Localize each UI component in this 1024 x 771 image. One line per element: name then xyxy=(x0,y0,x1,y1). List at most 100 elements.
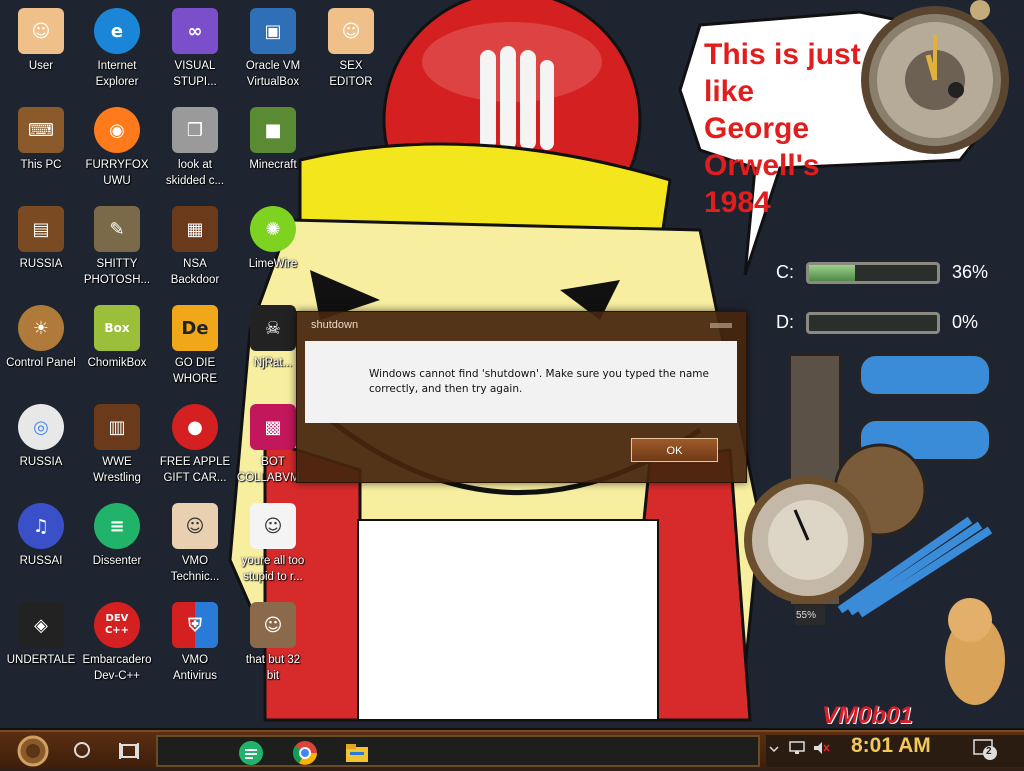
edge-icon: e xyxy=(94,8,140,54)
desktop-icon-that-but-32-bit[interactable]: ☺ that but 32 bit xyxy=(232,602,314,684)
chomikbox-icon: Box xyxy=(94,305,140,351)
firefox-icon: ◉ xyxy=(94,107,140,153)
desktop-icon-furryfox[interactable]: ◉ FURRYFOX UWU xyxy=(76,107,158,189)
desktop-icon-label: NSA Backdoor xyxy=(170,258,220,286)
desktop-icon-label: ChomikBox xyxy=(87,357,147,369)
drive-usage-bar xyxy=(806,262,940,284)
desktop-icon-label: VMO Antivirus xyxy=(172,654,218,682)
desktop-icon-chomikbox[interactable]: Box ChomikBox xyxy=(76,305,158,371)
network-icon[interactable] xyxy=(788,740,806,756)
drive-percent: 0% xyxy=(952,312,979,332)
desktop-icon-sex-editor[interactable]: ☺ SEX EDITOR xyxy=(310,8,392,90)
dissenter-icon[interactable] xyxy=(238,740,264,766)
drive-letter: D: xyxy=(776,312,794,332)
virtualbox-icon: ▣ xyxy=(250,8,296,54)
desktop-icon-minecraft[interactable]: ■ Minecraft xyxy=(232,107,314,173)
desktop-icon-label: RUSSAI xyxy=(19,555,63,567)
desktop-icon-virtualbox[interactable]: ▣ Oracle VM VirtualBox xyxy=(232,8,314,90)
dev-cpp-icon: DEV C++ xyxy=(94,602,140,648)
search-circle-icon[interactable] xyxy=(74,742,90,758)
desktop-icon-label: GO DIE WHORE xyxy=(172,357,218,385)
desktop-icon-user[interactable]: ☺ User xyxy=(0,8,82,74)
steampunk-folder-icon: ▦ xyxy=(172,206,218,252)
close-icon[interactable] xyxy=(710,323,732,328)
desktop-icon-label: UNDERTALE xyxy=(6,654,76,666)
desktop-icon-label: SEX EDITOR xyxy=(329,60,373,88)
dissenter-icon: ≡ xyxy=(94,503,140,549)
clock-gadget[interactable] xyxy=(850,0,1024,170)
desktop-icon-this-pc[interactable]: ⌨ This PC xyxy=(0,107,82,173)
bin-icon: ▤ xyxy=(18,206,64,252)
desktop-icon-label: FURRYFOX UWU xyxy=(85,159,149,187)
file-explorer-icon[interactable] xyxy=(344,740,370,766)
drive-letter: C: xyxy=(776,262,794,282)
signature-text: VM0b01 xyxy=(822,702,913,729)
desktop-icon-look-at-skidded[interactable]: ❐ look at skidded c... xyxy=(154,107,236,189)
dialog-message: Windows cannot find 'shutdown'. Make sur… xyxy=(369,368,709,395)
desktop-icon-control-panel[interactable]: ☀ Control Panel xyxy=(0,305,82,371)
desktop-icon-label: This PC xyxy=(20,159,62,171)
ok-button[interactable]: OK xyxy=(631,438,718,462)
photo-stack-icon: ▩ xyxy=(250,404,296,450)
drive-percent: 36% xyxy=(952,262,989,282)
desktop-icon-label: Minecraft xyxy=(249,159,297,171)
desktop-icon-russai[interactable]: ♫ RUSSAI xyxy=(0,503,82,569)
lightbulb-icon: ☀ xyxy=(18,305,64,351)
desktop-icon-shitty-photoshop[interactable]: ✎ SHITTY PHOTOSH... xyxy=(76,206,158,288)
gauge-readout: 55% xyxy=(796,610,817,621)
desktop-icon-label: LimeWire xyxy=(248,258,298,270)
chrome-icon[interactable] xyxy=(292,740,318,766)
window-frame-icon: ▥ xyxy=(94,404,140,450)
desktop-icon-label: Embarcadero Dev-C++ xyxy=(82,654,152,682)
desktop-icon-dissenter[interactable]: ≡ Dissenter xyxy=(76,503,158,569)
user-face-icon: ☺ xyxy=(18,8,64,54)
volume-muted-icon[interactable] xyxy=(812,740,830,756)
desktop-icon-label: User xyxy=(28,60,54,72)
desktop-icon-dev-cpp[interactable]: DEV C++ Embarcadero Dev-C++ xyxy=(76,602,158,684)
file-stack-icon: ❐ xyxy=(172,107,218,153)
desktop-icon-label: Dissenter xyxy=(92,555,142,567)
desktop-icon-russia[interactable]: ▤ RUSSIA xyxy=(0,206,82,272)
drive-meter-d: D: 0% xyxy=(740,308,1024,342)
desktop-icon-label: RUSSIA xyxy=(19,456,63,468)
portrait-icon: ☺ xyxy=(250,503,296,549)
drive-meter-c: C: 36% xyxy=(740,258,1024,292)
audio-icon: ♫ xyxy=(18,503,64,549)
minecraft-block-icon: ■ xyxy=(250,107,296,153)
portrait-icon: ☺ xyxy=(250,602,296,648)
desktop-icon-label: WWE Wrestling xyxy=(93,456,141,484)
dialog-title: shutdown xyxy=(311,319,359,331)
desktop-icon-wwe-wrestling[interactable]: ▥ WWE Wrestling xyxy=(76,404,158,486)
desktop-icon-russia-2[interactable]: ◎ RUSSIA xyxy=(0,404,82,470)
desktop-icon-vmo-antivirus[interactable]: ⛨ VMO Antivirus xyxy=(154,602,236,684)
desktop-icon-internet-explorer[interactable]: e Internet Explorer xyxy=(76,8,158,90)
dreamweaver-icon: De xyxy=(172,305,218,351)
dialog-body: Windows cannot find 'shutdown'. Make sur… xyxy=(305,341,737,423)
desktop-icon-label: VISUAL STUPI... xyxy=(173,60,217,88)
desktop-icon-label: Control Panel xyxy=(6,357,76,369)
desktop-icon-label: youre all too stupid to r... xyxy=(241,555,305,583)
notification-center-icon[interactable]: 2 xyxy=(972,737,998,761)
desktop-icon-limewire[interactable]: ✺ LimeWire xyxy=(232,206,314,272)
desktop-icon-visual-studio[interactable]: ∞ VISUAL STUPI... xyxy=(154,8,236,90)
desktop-icon-vmo-technic[interactable]: ☺ VMO Technic... xyxy=(154,503,236,585)
taskbar-app-area xyxy=(156,735,760,767)
desktop-icon-go-die[interactable]: De GO DIE WHORE xyxy=(154,305,236,387)
tray-chevron-icon[interactable] xyxy=(768,739,786,757)
drive-usage-bar xyxy=(806,312,940,334)
desktop-icon-free-apple[interactable]: ● FREE APPLE GIFT CAR... xyxy=(154,404,236,486)
shield-icon: ⛨ xyxy=(172,602,218,648)
desktop-icon-youre-all-too-stupid[interactable]: ☺ youre all too stupid to r... xyxy=(232,503,314,585)
chrome-icon: ◎ xyxy=(18,404,64,450)
gimp-icon: ✎ xyxy=(94,206,140,252)
face-icon: ☺ xyxy=(328,8,374,54)
computer-icon: ⌨ xyxy=(18,107,64,153)
unity-icon: ◈ xyxy=(18,602,64,648)
dialog-titlebar[interactable]: shutdown xyxy=(297,312,746,340)
taskbar-clock[interactable]: 8:01 AM xyxy=(851,734,931,758)
notification-count: 2 xyxy=(986,746,992,757)
start-button[interactable] xyxy=(10,735,56,767)
desktop-icon-nsa-backdoor[interactable]: ▦ NSA Backdoor xyxy=(154,206,236,288)
task-view-icon[interactable] xyxy=(118,740,140,762)
desktop-icon-undertale[interactable]: ◈ UNDERTALE xyxy=(0,602,82,668)
